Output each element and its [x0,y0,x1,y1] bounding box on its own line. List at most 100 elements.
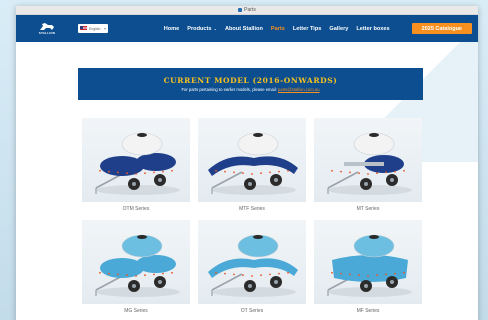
nozzle-dot [126,172,128,175]
product-image[interactable] [198,220,306,304]
wheel-hub [132,284,136,288]
product-caption[interactable]: MF Series [357,308,380,316]
nav-products[interactable]: Products ⌄ [187,26,217,32]
product-card-mt[interactable]: MT Series [314,118,422,214]
wheel-hub [364,284,368,288]
tank-lid [369,133,379,137]
nozzle-dot [224,272,226,275]
banner-subtext: For parts pertaining to earlier models, … [181,87,319,92]
nozzle-dot [287,169,289,172]
nozzle-dot [278,170,280,173]
product-image[interactable] [198,118,306,202]
nozzle-dot [108,170,110,173]
nav-parts[interactable]: Parts [271,26,285,32]
nozzle-dot [135,275,137,277]
sprayer-illustration [208,132,298,195]
saddle-tank [332,255,408,282]
wheel-hub [274,178,278,182]
product-caption[interactable]: MTF Series [239,206,265,214]
product-card-mf[interactable]: MF Series [314,220,422,316]
tank-lid [253,133,263,137]
language-selector[interactable]: English ▾ [78,24,108,33]
nozzle-dot [117,273,119,276]
parts-email-link[interactable]: parts@stallion.com.au [278,87,320,92]
wheel-hub [364,182,368,186]
nozzle-dot [403,169,405,172]
nozzle-dot [340,170,342,173]
product-card-ot[interactable]: OT Series [198,220,306,316]
nozzle-dot [340,272,342,275]
wheel-hub [248,284,252,288]
nozzle-dot [251,173,253,175]
sprayer-illustration [208,234,298,297]
nozzle-dot [153,171,155,174]
sprayer-illustration [327,132,412,195]
tank-lid [137,235,147,239]
product-caption[interactable]: OT Series [241,308,263,316]
banner-heading: CURRENT MODEL (2016-ONWARDS) [163,76,338,85]
product-caption[interactable]: MG Series [124,308,148,316]
catalogue-button[interactable]: 2025 Catalogue [411,23,472,34]
product-card-mg[interactable]: MG Series [82,220,190,316]
nozzle-dot [215,271,217,274]
nozzle-dot [99,169,101,172]
product-caption[interactable]: OTM Series [123,206,150,214]
wheel-hub [274,280,278,284]
nozzle-dot [135,173,137,175]
nozzle-dot [162,170,164,173]
nav-about[interactable]: About Stallion [225,26,263,32]
nozzle-dot [358,172,360,175]
nozzle-dot [331,169,333,172]
nozzle-dot [108,272,110,275]
nozzle-dot [242,172,244,175]
nav-gallery[interactable]: Gallery [329,26,348,32]
product-card-mtf[interactable]: MTF Series [198,118,306,214]
product-grid: OTM Series MTF Series MT Series MG Serie… [82,118,422,316]
sprayer-illustration [95,234,180,297]
horse-logo-icon [40,23,54,30]
nozzle-dot [367,275,369,277]
saddle-tank [208,156,298,176]
nozzle-dot [242,274,244,277]
nozzle-dot [287,271,289,274]
page-content: CURRENT MODEL (2016-ONWARDS) For parts p… [16,42,478,320]
wheel-hub [132,182,136,186]
wheel-hub [158,280,162,284]
browser-window: Parts STALLION English ▾ Home Products ⌄… [16,6,478,320]
nozzle-dot [358,274,360,277]
sprayer-illustration [327,234,412,297]
product-image[interactable] [82,220,190,304]
product-image[interactable] [314,118,422,202]
nozzle-dot [144,274,146,277]
product-image[interactable] [82,118,190,202]
nozzle-dot [99,271,101,274]
product-image[interactable] [314,220,422,304]
stallion-logo[interactable]: STALLION [34,22,60,36]
nav-letter-boxes[interactable]: Letter boxes [356,26,389,32]
nozzle-dot [171,271,173,274]
language-label: English [89,26,101,31]
nozzle-dot [385,273,387,276]
wheel-hub [390,280,394,284]
wheel-hub [248,182,252,186]
nozzle-dot [376,274,378,277]
saddle-tank [208,258,298,278]
wheel-hub [158,178,162,182]
product-caption[interactable]: MT Series [357,206,380,214]
nozzle-dot [376,172,378,175]
nozzle-dot [349,273,351,276]
product-card-otm[interactable]: OTM Series [82,118,190,214]
nozzle-dot [367,173,369,175]
flag-icon [80,26,87,31]
tank-lid [253,235,263,239]
tank-lid [137,133,147,137]
nozzle-dot [224,170,226,173]
nav-home[interactable]: Home [164,26,180,32]
nav-letter-tips[interactable]: Letter Tips [293,26,322,32]
nozzle-dot [403,271,405,274]
nozzle-dot [394,272,396,275]
chevron-down-icon: ⌄ [212,25,217,31]
nozzle-dot [162,272,164,275]
tab-title[interactable]: Parts [244,7,256,13]
nozzle-dot [260,172,262,175]
